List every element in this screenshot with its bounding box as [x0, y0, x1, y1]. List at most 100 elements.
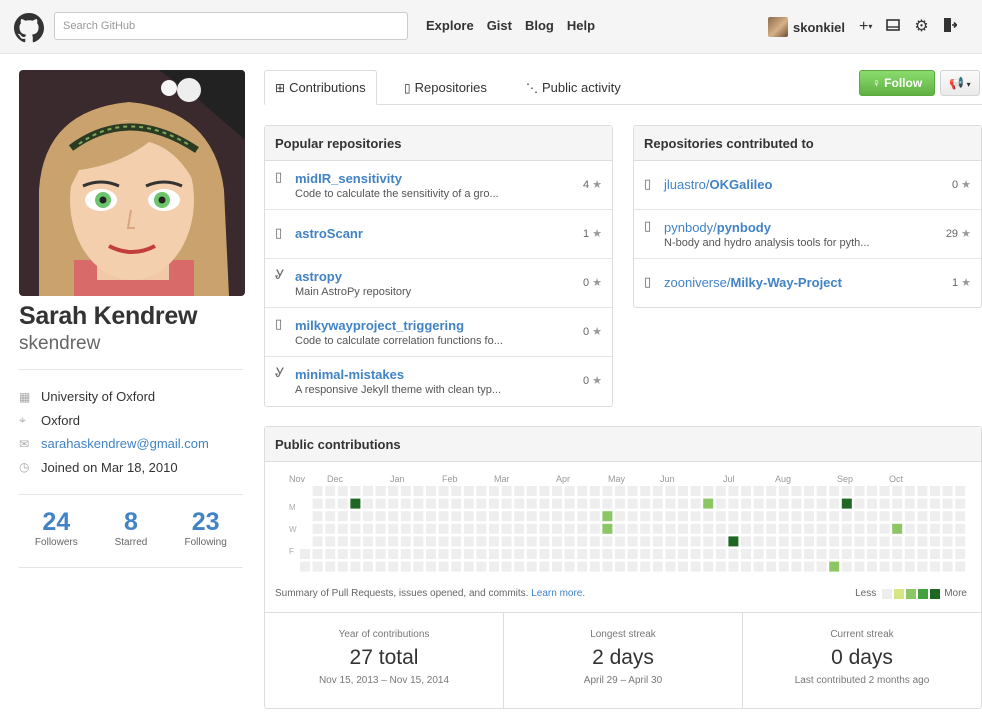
calendar-day-cell[interactable] [451, 561, 462, 572]
calendar-day-cell[interactable] [312, 549, 323, 559]
calendar-day-cell[interactable] [552, 486, 562, 496]
calendar-day-cell[interactable] [476, 523, 487, 534]
calendar-day-cell[interactable] [879, 536, 890, 547]
calendar-day-cell[interactable] [955, 523, 966, 534]
calendar-day-cell[interactable] [337, 536, 348, 547]
calendar-day-cell[interactable] [829, 549, 840, 559]
calendar-day-cell[interactable] [741, 549, 751, 559]
calendar-day-cell[interactable] [564, 561, 575, 572]
calendar-day-cell[interactable] [363, 511, 373, 522]
calendar-day-cell[interactable] [841, 511, 852, 522]
calendar-day-cell[interactable] [816, 536, 827, 547]
calendar-day-cell[interactable] [841, 498, 852, 509]
calendar-day-cell[interactable] [778, 536, 789, 547]
calendar-day-cell[interactable] [463, 511, 474, 522]
calendar-day-cell[interactable] [917, 511, 928, 522]
calendar-day-cell[interactable] [665, 523, 676, 534]
calendar-day-cell[interactable] [678, 523, 688, 534]
repo-name[interactable]: astropy [295, 269, 342, 284]
github-logo-icon[interactable] [14, 13, 44, 43]
calendar-day-cell[interactable] [350, 511, 361, 522]
calendar-day-cell[interactable] [375, 536, 386, 547]
calendar-day-cell[interactable] [640, 486, 651, 496]
calendar-day-cell[interactable] [766, 536, 777, 547]
calendar-day-cell[interactable] [413, 523, 424, 534]
calendar-day-cell[interactable] [350, 549, 361, 559]
calendar-day-cell[interactable] [564, 486, 575, 496]
calendar-day-cell[interactable] [930, 511, 940, 522]
calendar-day-cell[interactable] [413, 486, 424, 496]
calendar-day-cell[interactable] [312, 498, 323, 509]
calendar-day-cell[interactable] [451, 498, 462, 509]
calendar-day-cell[interactable] [589, 536, 600, 547]
calendar-day-cell[interactable] [602, 561, 613, 572]
calendar-day-cell[interactable] [451, 536, 462, 547]
calendar-day-cell[interactable] [312, 536, 323, 547]
calendar-day-cell[interactable] [867, 549, 877, 559]
calendar-day-cell[interactable] [514, 486, 525, 496]
calendar-day-cell[interactable] [766, 561, 777, 572]
username-link[interactable]: skonkiel [793, 20, 845, 35]
calendar-day-cell[interactable] [438, 561, 449, 572]
calendar-day-cell[interactable] [514, 523, 525, 534]
calendar-day-cell[interactable] [665, 549, 676, 559]
calendar-day-cell[interactable] [690, 486, 701, 496]
calendar-day-cell[interactable] [350, 536, 361, 547]
calendar-day-cell[interactable] [350, 523, 361, 534]
calendar-day-cell[interactable] [615, 523, 625, 534]
calendar-day-cell[interactable] [715, 536, 726, 547]
calendar-day-cell[interactable] [678, 486, 688, 496]
calendar-day-cell[interactable] [804, 536, 814, 547]
calendar-day-cell[interactable] [463, 549, 474, 559]
calendar-day-cell[interactable] [640, 523, 651, 534]
calendar-day-cell[interactable] [539, 486, 550, 496]
calendar-day-cell[interactable] [501, 486, 512, 496]
calendar-day-cell[interactable] [879, 549, 890, 559]
calendar-day-cell[interactable] [589, 523, 600, 534]
stat-followers[interactable]: 24 Followers [21, 508, 91, 548]
calendar-day-cell[interactable] [703, 486, 714, 496]
calendar-day-cell[interactable] [652, 523, 663, 534]
calendar-day-cell[interactable] [476, 511, 487, 522]
calendar-day-cell[interactable] [564, 511, 575, 522]
calendar-day-cell[interactable] [816, 486, 827, 496]
calendar-day-cell[interactable] [804, 511, 814, 522]
list-item[interactable]: Ꮍ astropy Main AstroPy repository 0 ★ [265, 259, 612, 308]
calendar-day-cell[interactable] [589, 486, 600, 496]
calendar-day-cell[interactable] [300, 549, 310, 559]
calendar-day-cell[interactable] [539, 511, 550, 522]
calendar-day-cell[interactable] [627, 511, 638, 522]
calendar-day-cell[interactable] [526, 549, 537, 559]
calendar-day-cell[interactable] [526, 561, 537, 572]
calendar-day-cell[interactable] [741, 498, 751, 509]
calendar-day-cell[interactable] [400, 498, 411, 509]
calendar-day-cell[interactable] [678, 561, 688, 572]
calendar-day-cell[interactable] [363, 486, 373, 496]
calendar-day-cell[interactable] [350, 561, 361, 572]
calendar-day-cell[interactable] [703, 498, 714, 509]
calendar-day-cell[interactable] [627, 523, 638, 534]
nav-blog[interactable]: Blog [525, 18, 554, 33]
calendar-day-cell[interactable] [728, 561, 739, 572]
calendar-day-cell[interactable] [539, 549, 550, 559]
calendar-day-cell[interactable] [514, 549, 525, 559]
calendar-day-cell[interactable] [879, 486, 890, 496]
calendar-day-cell[interactable] [652, 511, 663, 522]
calendar-day-cell[interactable] [526, 486, 537, 496]
calendar-day-cell[interactable] [539, 498, 550, 509]
calendar-day-cell[interactable] [665, 498, 676, 509]
list-item[interactable]: ▯ milkywayproject_triggering Code to cal… [265, 308, 612, 357]
calendar-day-cell[interactable] [438, 523, 449, 534]
calendar-day-cell[interactable] [816, 561, 827, 572]
calendar-day-cell[interactable] [879, 498, 890, 509]
list-item[interactable]: ▯ midIR_sensitivity Code to calculate th… [265, 161, 612, 210]
calendar-day-cell[interactable] [867, 536, 877, 547]
calendar-day-cell[interactable] [904, 486, 915, 496]
calendar-day-cell[interactable] [955, 561, 966, 572]
calendar-day-cell[interactable] [791, 523, 802, 534]
calendar-day-cell[interactable] [552, 511, 562, 522]
calendar-day-cell[interactable] [854, 511, 865, 522]
calendar-day-cell[interactable] [841, 549, 852, 559]
calendar-day-cell[interactable] [463, 536, 474, 547]
calendar-day-cell[interactable] [552, 536, 562, 547]
